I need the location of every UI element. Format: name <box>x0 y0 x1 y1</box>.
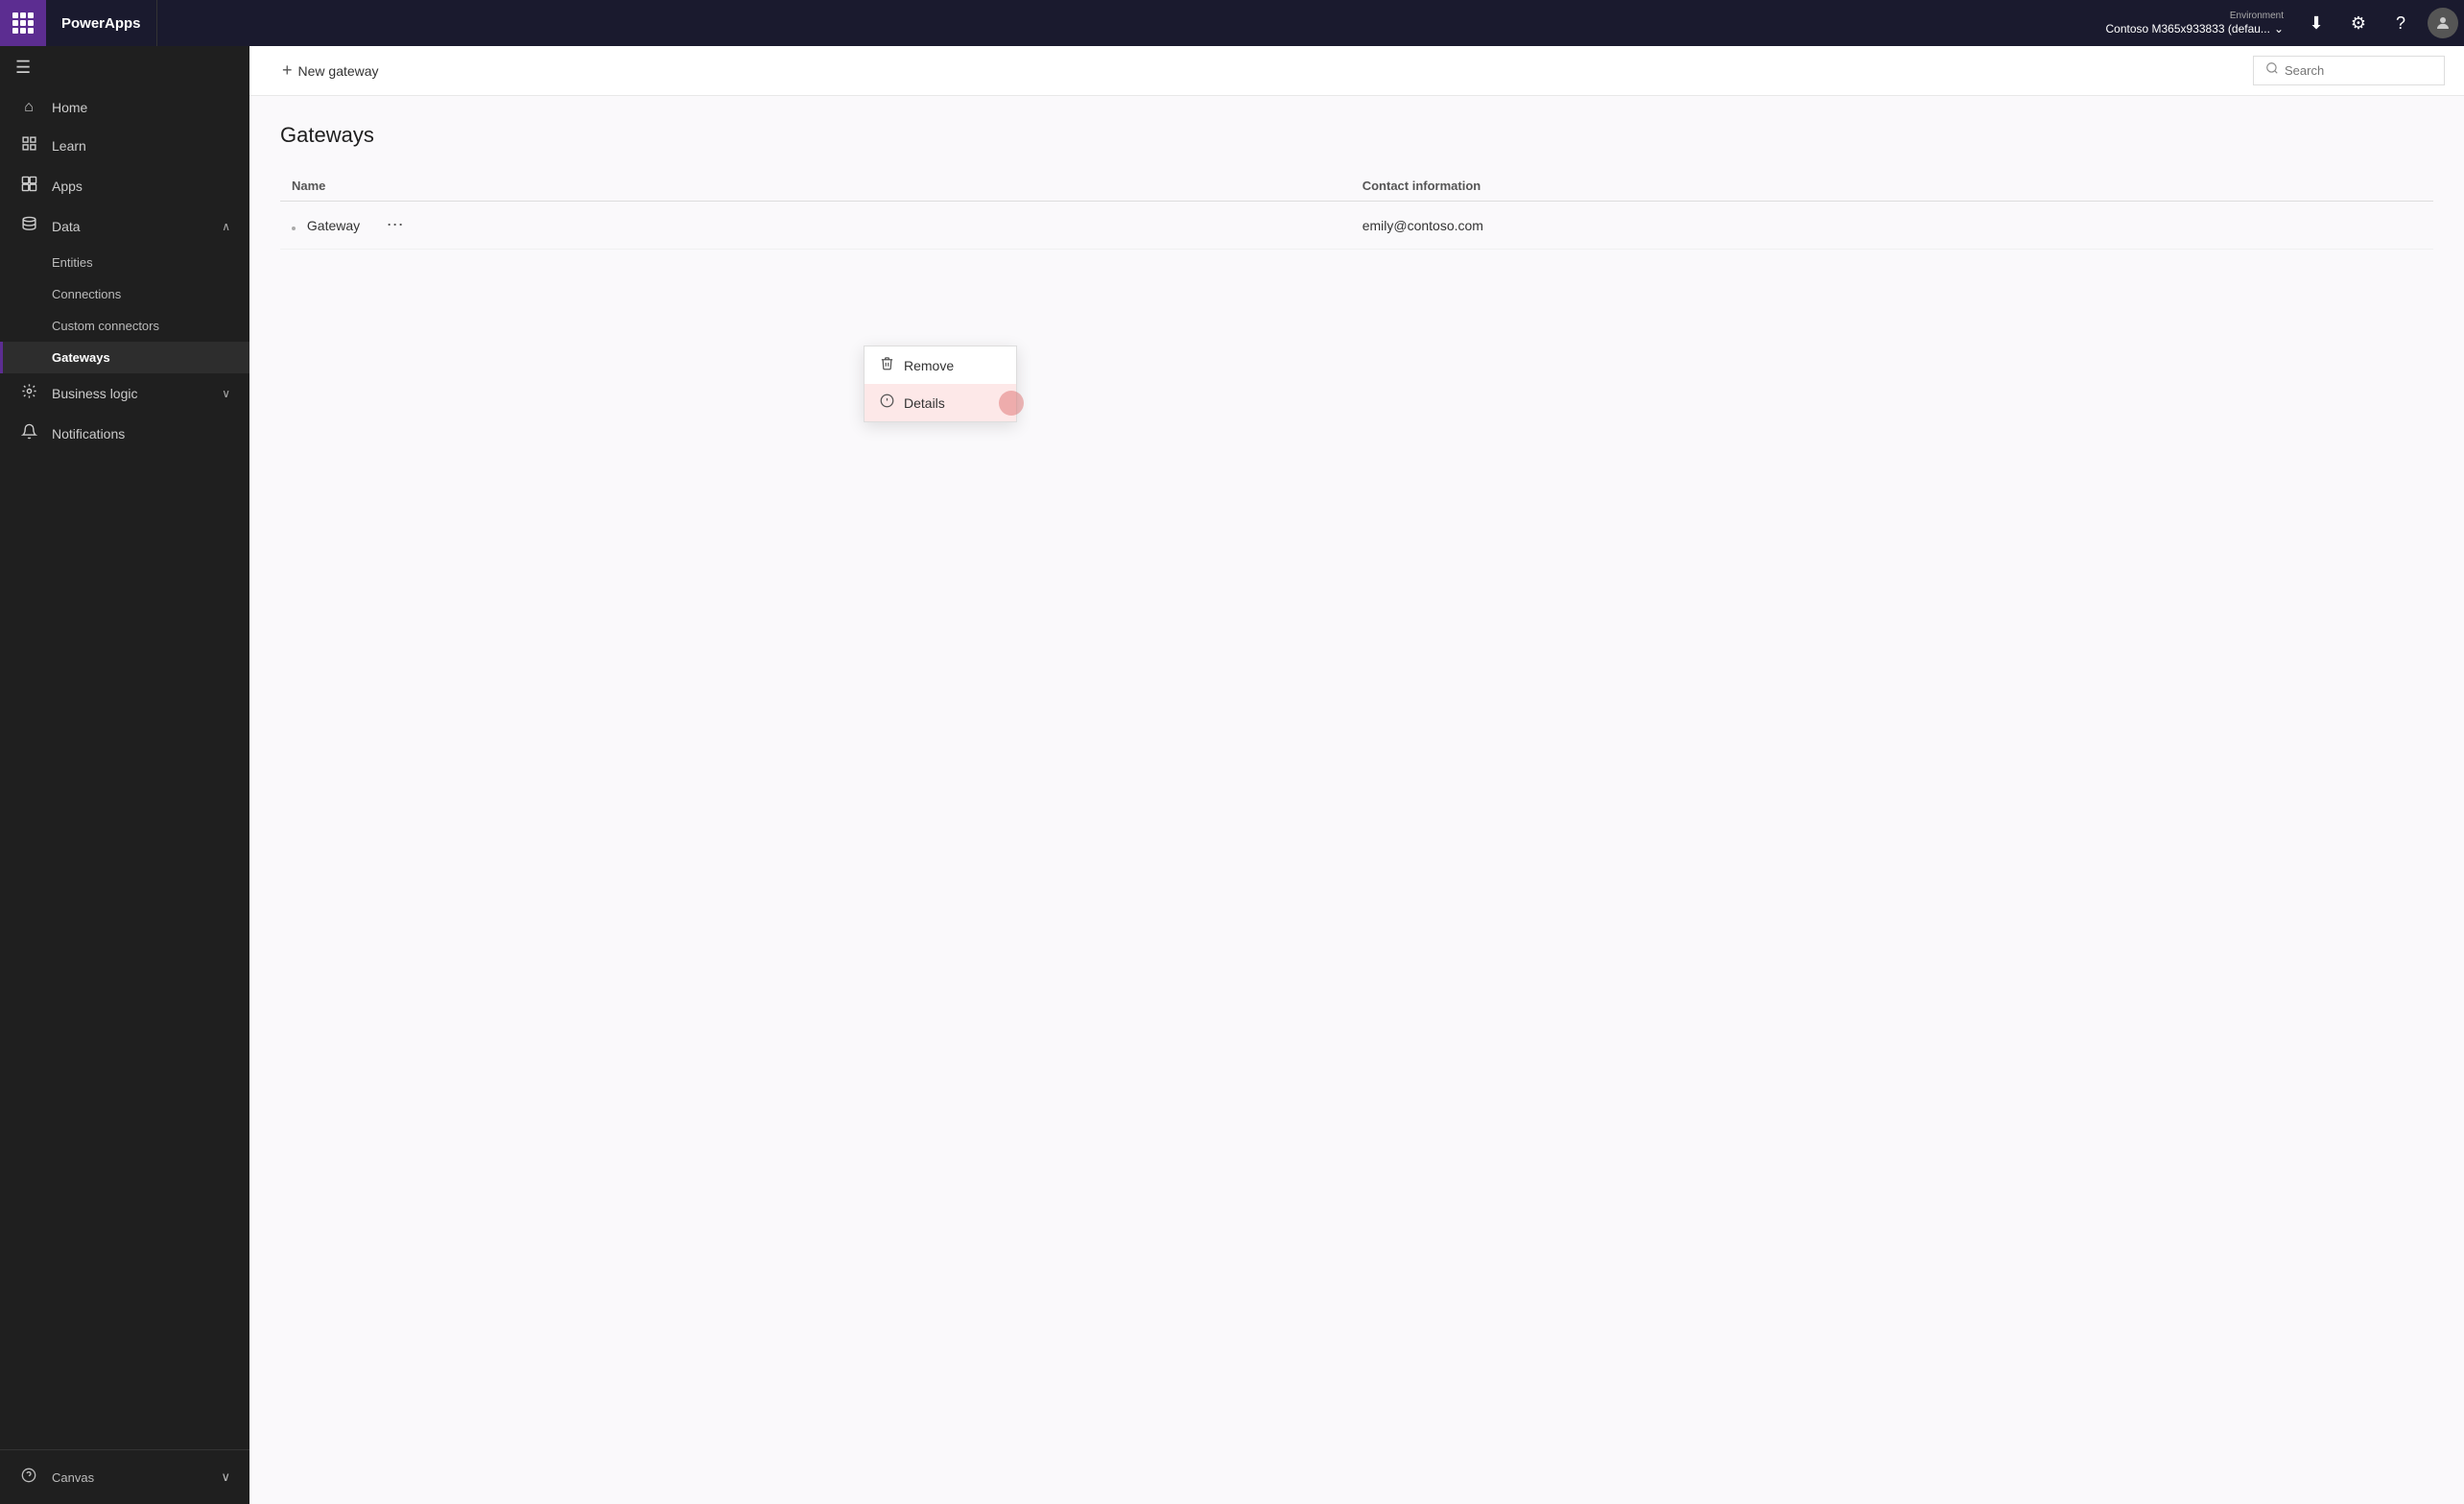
data-icon <box>19 216 38 237</box>
remove-icon <box>880 356 894 374</box>
context-menu: Remove Details <box>864 346 1017 422</box>
sidebar-item-data-label: Data <box>52 219 208 234</box>
table-row: Gateway ⋯ emily@contoso.com <box>280 202 2433 250</box>
waffle-button[interactable] <box>0 0 46 46</box>
col-name: Name <box>280 171 1351 202</box>
sidebar-item-notifications[interactable]: Notifications <box>0 414 249 454</box>
sidebar-item-notifications-label: Notifications <box>52 426 230 442</box>
sidebar-item-gateways[interactable]: Gateways <box>0 342 249 373</box>
content-toolbar: + New gateway <box>249 46 2464 96</box>
more-options-button[interactable]: ⋯ <box>379 213 412 237</box>
sidebar-item-learn-label: Learn <box>52 138 230 154</box>
canvas-label: Canvas <box>52 1470 94 1485</box>
sidebar-item-entities-label: Entities <box>52 255 93 270</box>
user-avatar[interactable] <box>2422 0 2464 46</box>
sidebar-bottom-canvas[interactable]: Canvas ∨ <box>0 1458 249 1496</box>
sidebar-item-home[interactable]: ⌂ Home <box>0 89 249 126</box>
business-logic-icon <box>19 383 38 404</box>
data-chevron-icon: ∧ <box>222 220 230 233</box>
notifications-icon <box>19 423 38 444</box>
app-brand: PowerApps <box>46 0 157 46</box>
sidebar-item-entities[interactable]: Entities <box>0 247 249 278</box>
sidebar-item-apps-label: Apps <box>52 179 230 194</box>
help-button[interactable]: ? <box>2380 0 2422 46</box>
download-button[interactable]: ⬇ <box>2295 0 2337 46</box>
chevron-down-icon: ⌄ <box>2274 22 2284 37</box>
gateways-table: Name Contact information Gateway ⋯ <box>280 171 2433 250</box>
environment-label: Environment <box>2230 10 2284 22</box>
details-label: Details <box>904 395 945 411</box>
sidebar-item-connections-label: Connections <box>52 287 121 301</box>
details-menu-item[interactable]: Details <box>865 384 1016 421</box>
topbar: PowerApps Environment Contoso M365x93383… <box>0 0 2464 46</box>
sidebar-collapse-button[interactable]: ☰ <box>0 46 249 89</box>
col-contact: Contact information <box>1351 171 2433 202</box>
search-box[interactable] <box>2253 56 2445 85</box>
sidebar-item-custom-connectors[interactable]: Custom connectors <box>0 310 249 342</box>
content-body: Gateways Name Contact information Gatewa… <box>249 96 2464 1504</box>
hover-indicator <box>999 391 1024 416</box>
sidebar: ☰ ⌂ Home Learn Apps Data ∧ <box>0 46 249 1504</box>
sidebar-item-gateways-label: Gateways <box>52 350 110 365</box>
canvas-chevron-icon: ∨ <box>221 1469 230 1485</box>
main-area: ☰ ⌂ Home Learn Apps Data ∧ <box>0 46 2464 1504</box>
remove-menu-item[interactable]: Remove <box>865 346 1016 384</box>
home-icon: ⌂ <box>19 99 38 116</box>
settings-button[interactable]: ⚙ <box>2337 0 2380 46</box>
learn-icon <box>19 135 38 156</box>
search-icon <box>2265 61 2279 80</box>
gateway-contact-cell: emily@contoso.com <box>1351 202 2433 250</box>
waffle-icon <box>12 12 34 34</box>
sidebar-item-connections[interactable]: Connections <box>0 278 249 310</box>
gateway-name-cell: Gateway ⋯ <box>280 202 1351 250</box>
sidebar-item-home-label: Home <box>52 100 230 115</box>
gateway-name: Gateway <box>307 218 360 233</box>
page-title: Gateways <box>280 123 2433 148</box>
environment-name: Contoso M365x933833 (defau... ⌄ <box>2105 22 2284 37</box>
details-icon <box>880 394 894 412</box>
sidebar-item-business-logic[interactable]: Business logic ∨ <box>0 373 249 414</box>
remove-label: Remove <box>904 358 954 373</box>
row-indicator <box>292 227 296 230</box>
sidebar-item-business-logic-label: Business logic <box>52 386 208 401</box>
topbar-icons: ⬇ ⚙ ? <box>2295 0 2464 46</box>
sidebar-item-custom-connectors-label: Custom connectors <box>52 319 159 333</box>
environment-selector[interactable]: Environment Contoso M365x933833 (defau..… <box>2094 10 2295 37</box>
new-gateway-button[interactable]: + New gateway <box>269 54 392 87</box>
plus-icon: + <box>282 60 293 81</box>
sidebar-bottom: Canvas ∨ <box>0 1449 249 1504</box>
search-input[interactable] <box>2285 63 2432 78</box>
apps-icon <box>19 176 38 197</box>
avatar-circle <box>2428 8 2458 38</box>
business-logic-chevron-icon: ∨ <box>222 387 230 400</box>
sidebar-item-learn[interactable]: Learn <box>0 126 249 166</box>
hamburger-icon: ☰ <box>15 58 31 78</box>
sidebar-item-apps[interactable]: Apps <box>0 166 249 206</box>
gateway-contact: emily@contoso.com <box>1362 218 1483 233</box>
content-area: + New gateway Gateways Name Contact info… <box>249 46 2464 1504</box>
help-circle-icon <box>19 1468 38 1487</box>
sidebar-item-data[interactable]: Data ∧ <box>0 206 249 247</box>
new-gateway-label: New gateway <box>298 63 379 79</box>
